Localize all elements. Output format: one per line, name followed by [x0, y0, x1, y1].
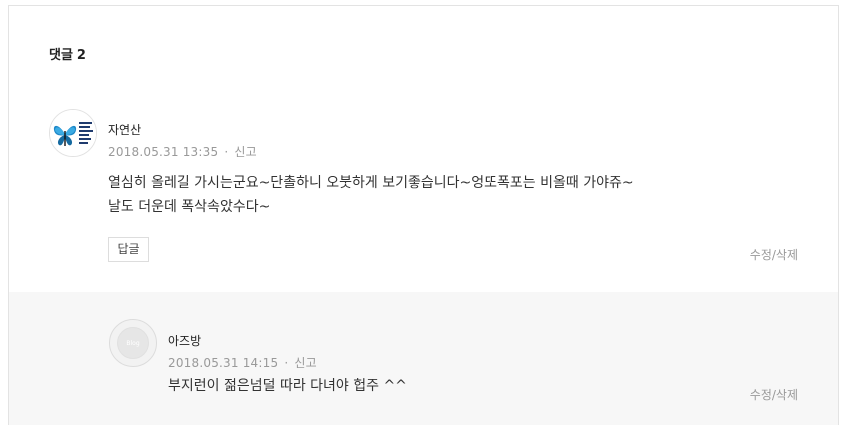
edit-delete-link[interactable]: 수정/삭제: [750, 246, 798, 263]
comment-author[interactable]: 자연산: [108, 121, 141, 138]
comment-text-line: 부지런이 젊은넘덜 따라 다녀야 헙주 ^^: [168, 378, 407, 394]
meta-separator: ·: [224, 145, 229, 159]
comment-meta: 2018.05.31 13:35 · 신고: [108, 143, 257, 160]
butterfly-avatar-icon: [50, 110, 96, 156]
avatar[interactable]: [49, 109, 97, 157]
comment-author[interactable]: 아즈방: [168, 332, 201, 349]
meta-separator: ·: [284, 356, 289, 370]
comment-date: 2018.05.31 13:35: [108, 145, 219, 159]
comments-title-label: 댓글: [49, 48, 73, 63]
comment-text-line: 날도 더운데 폭삭속았수다~: [108, 199, 271, 215]
report-link[interactable]: 신고: [294, 356, 316, 370]
avatar[interactable]: Blog: [109, 319, 157, 367]
comment-body: 부지런이 젊은넘덜 따라 다녀야 헙주 ^^: [168, 374, 407, 398]
comment-body: 열심히 올레길 가시는군요~단촐하니 오붓하게 보기좋습니다~엉또폭포는 비올때…: [108, 171, 634, 219]
reply-button[interactable]: 답글: [108, 237, 149, 262]
comment-meta: 2018.05.31 14:15 · 신고: [168, 354, 317, 371]
comment-text-line: 열심히 올레길 가시는군요~단촐하니 오붓하게 보기좋습니다~엉또폭포는 비올때…: [108, 175, 634, 191]
edit-delete-link[interactable]: 수정/삭제: [750, 386, 798, 403]
blog-default-avatar-icon: Blog: [117, 327, 149, 359]
comments-count: 2: [76, 48, 86, 63]
comment-item: 자연산 2018.05.31 13:35 · 신고 열심히 올레길 가시는군요~단촐…: [9, 101, 838, 291]
comment-date: 2018.05.31 14:15: [168, 356, 279, 370]
comments-panel: 댓글 2 자연산 2018.05.31 13:35 · 신고 열심히 올레길 가…: [8, 5, 839, 425]
reply-comment-item: Blog 아즈방 2018.05.31 14:15 · 신고 부지런이 젊은넘덜 따…: [9, 292, 838, 425]
comments-count-title: 댓글 2: [49, 44, 86, 63]
report-link[interactable]: 신고: [234, 145, 256, 159]
